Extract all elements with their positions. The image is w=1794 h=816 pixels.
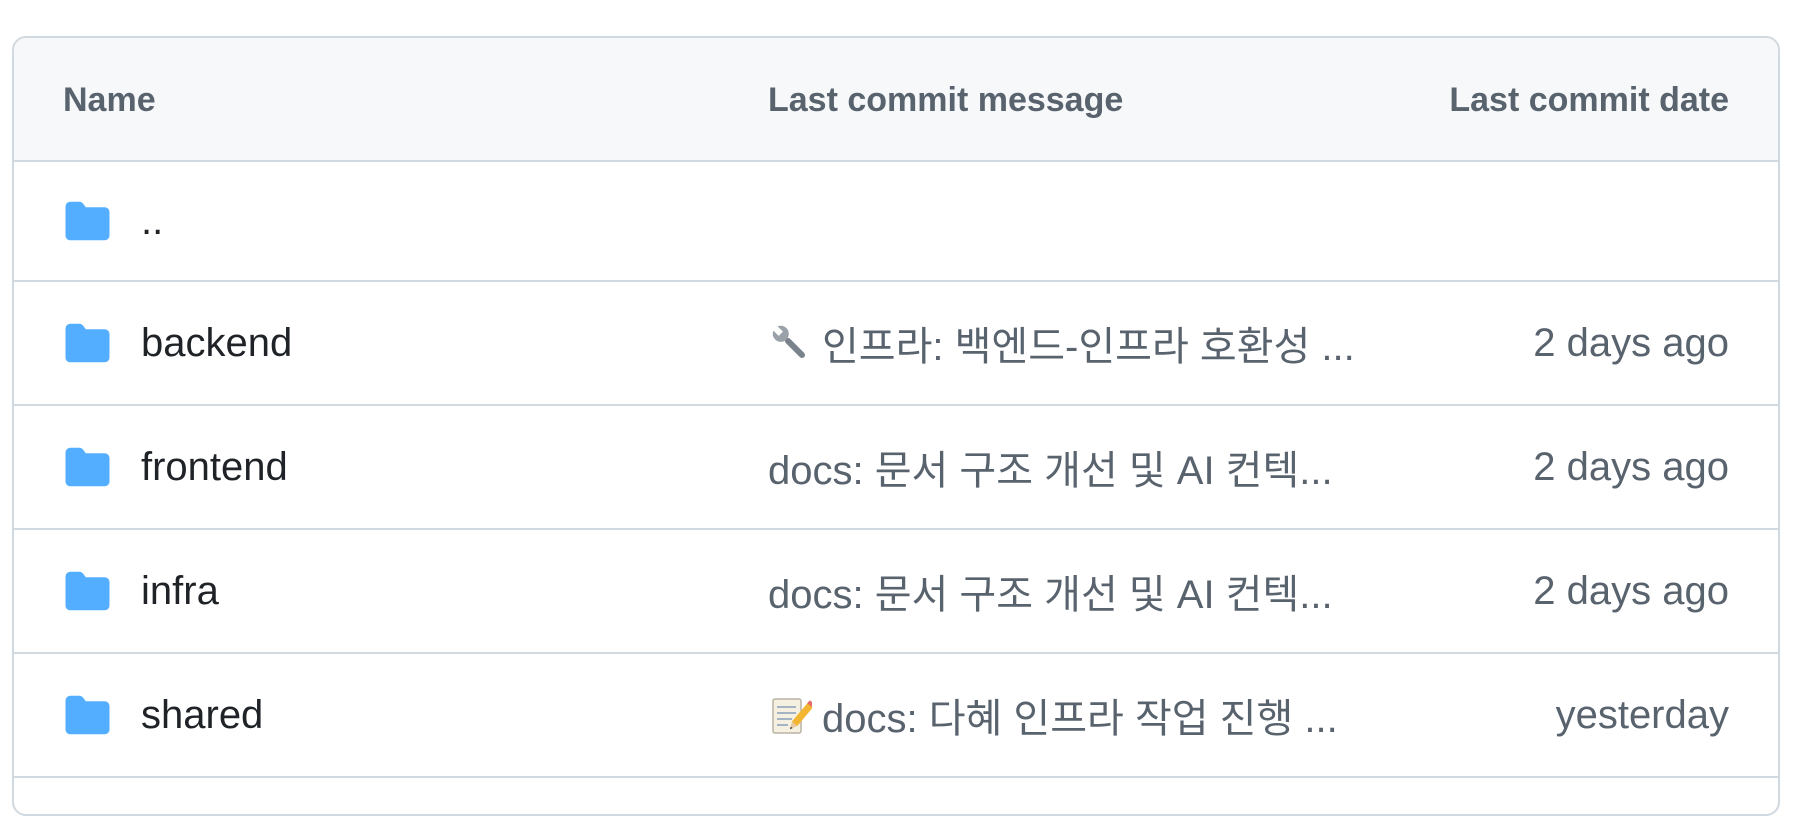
date-column-header: Last commit date (1449, 81, 1729, 119)
folder-name-link[interactable]: backend (141, 282, 292, 404)
folder-icon (65, 571, 110, 611)
memo-icon (772, 698, 812, 734)
folder-icon (65, 695, 110, 735)
table-row[interactable]: infra docs: 문서 구조 개선 및 AI 컨텍... 2 days a… (14, 530, 1778, 654)
parent-directory-link[interactable]: .. (141, 162, 163, 280)
parent-directory-row[interactable]: .. (14, 162, 1778, 282)
table-header: Name Last commit message Last commit dat… (14, 38, 1778, 162)
commit-message-link[interactable]: docs: 문서 구조 개선 및 AI 컨텍... (768, 530, 1333, 652)
file-table: Name Last commit message Last commit dat… (12, 36, 1780, 816)
table-row[interactable]: frontend docs: 문서 구조 개선 및 AI 컨텍... 2 day… (14, 406, 1778, 530)
folder-icon (65, 447, 110, 487)
commit-date: 2 days ago (1533, 568, 1729, 613)
name-column-header: Name (63, 81, 156, 119)
commit-message-link[interactable]: docs: 다혜 인프라 작업 진행 ... (768, 654, 1338, 776)
message-column-header: Last commit message (768, 81, 1124, 119)
wrench-icon (772, 325, 806, 359)
commit-date: yesterday (1555, 692, 1729, 737)
commit-message-text: 인프라: 백엔드-인프라 호환성 ... (822, 325, 1355, 369)
commit-message-link[interactable]: docs: 문서 구조 개선 및 AI 컨텍... (768, 406, 1333, 528)
commit-date: 2 days ago (1533, 444, 1729, 489)
table-row[interactable]: backend 인프라: 백엔드-인프라 호환성 ... 2 days ago (14, 282, 1778, 406)
commit-date: 2 days ago (1533, 320, 1729, 365)
commit-message-link[interactable]: 인프라: 백엔드-인프라 호환성 ... (768, 282, 1355, 404)
table-row[interactable]: shared docs: 다혜 인프라 작업 진행 ... yesterday (14, 654, 1778, 778)
commit-message-text: docs: 문서 구조 개선 및 AI 컨텍... (768, 573, 1333, 617)
commit-message-text: docs: 문서 구조 개선 및 AI 컨텍... (768, 449, 1333, 493)
folder-name-link[interactable]: shared (141, 654, 263, 776)
folder-name-link[interactable]: infra (141, 530, 219, 652)
folder-icon (65, 201, 110, 241)
folder-name-link[interactable]: frontend (141, 406, 288, 528)
commit-message-text: docs: 다혜 인프라 작업 진행 ... (822, 697, 1338, 741)
folder-icon (65, 323, 110, 363)
